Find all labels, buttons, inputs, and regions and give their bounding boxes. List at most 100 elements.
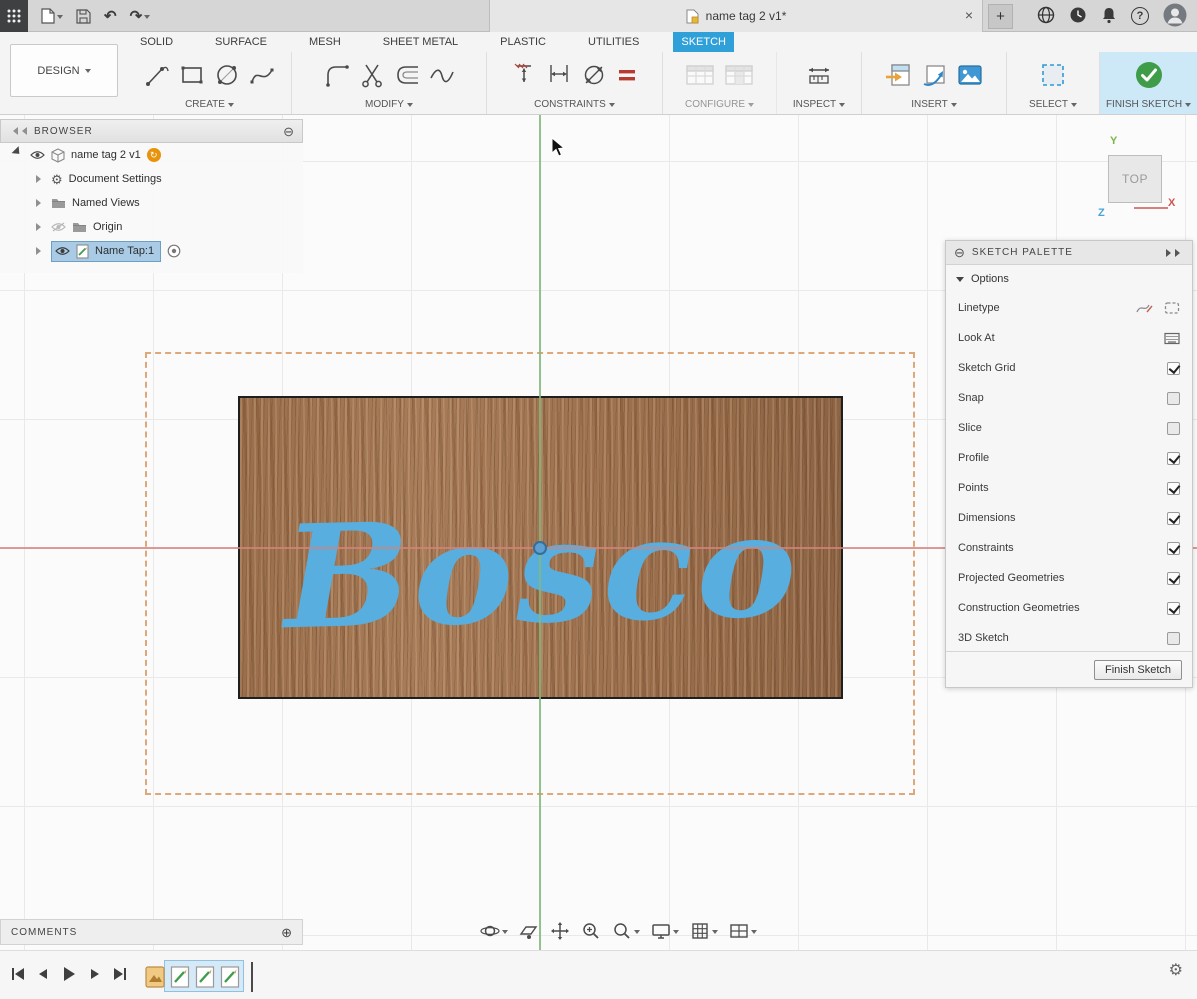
construction-linetype-icon[interactable] (1136, 301, 1154, 315)
display-dropdown-caret[interactable] (673, 930, 679, 937)
linear-dimension-button[interactable] (546, 62, 572, 88)
fillet-tool-button[interactable] (324, 62, 350, 88)
projected-geometries-checkbox[interactable] (1167, 572, 1180, 585)
play-button[interactable] (60, 965, 78, 983)
rectangle-tool-button[interactable] (179, 62, 205, 88)
grid-dropdown-caret[interactable] (712, 930, 718, 937)
design-environment-menu[interactable]: DESIGN (10, 44, 118, 97)
palette-options-section[interactable]: Options (946, 265, 1192, 293)
browser-item-origin[interactable]: Origin (0, 215, 303, 239)
new-document-tab-button[interactable]: + (988, 4, 1013, 29)
measure-button[interactable] (805, 62, 833, 88)
timeline-settings-gear-icon[interactable]: ⚙ (1169, 963, 1183, 979)
select-tool-button[interactable] (1039, 61, 1067, 89)
spline-tool-button[interactable] (249, 62, 275, 88)
configuration-table-button[interactable] (685, 62, 715, 88)
viewports-dropdown-caret[interactable] (751, 930, 757, 937)
comments-bar[interactable]: COMMENTS ⊕ (0, 919, 303, 945)
timeline-sketch-feature[interactable] (220, 965, 240, 989)
insert-image-button[interactable] (956, 62, 984, 88)
ribbon-tab-sketch[interactable]: SKETCH (673, 32, 734, 52)
insert-canvas-button[interactable] (884, 62, 912, 88)
ribbon-tab-utilities[interactable]: UTILITIES (580, 32, 647, 52)
curve-tool-button[interactable] (429, 62, 455, 88)
sketch-grid-checkbox[interactable] (1167, 362, 1180, 375)
step-back-button[interactable] (36, 967, 50, 981)
ribbon-tab-solid[interactable]: SOLID (132, 32, 181, 52)
circle-tool-button[interactable] (214, 62, 240, 88)
activate-target-icon[interactable] (167, 244, 181, 258)
look-at-button[interactable] (517, 919, 541, 943)
view-cube[interactable]: Y TOP X Z (1088, 133, 1193, 225)
expand-icon[interactable] (36, 199, 45, 207)
3d-sketch-checkbox[interactable] (1167, 632, 1180, 645)
collapse-palette-button[interactable] (1166, 249, 1184, 257)
ribbon-tab-surface[interactable]: SURFACE (207, 32, 275, 52)
finish-sketch-menu[interactable]: FINISH SKETCH (1106, 96, 1191, 112)
fit-button[interactable] (610, 919, 642, 943)
sketch-dimension-button[interactable] (511, 62, 537, 88)
centerline-linetype-icon[interactable] (1164, 301, 1180, 315)
notifications-button[interactable] (1101, 6, 1117, 27)
snap-checkbox[interactable] (1167, 392, 1180, 405)
decal-button[interactable] (921, 62, 947, 88)
browser-item-name-tap-sketch[interactable]: Name Tap:1 (0, 239, 303, 263)
trim-tool-button[interactable] (359, 62, 385, 88)
minimize-browser-icon[interactable]: ⊖ (283, 125, 294, 138)
file-menu-button[interactable] (41, 8, 63, 24)
sketch-row-selection[interactable]: Name Tap:1 (51, 241, 161, 262)
update-badge[interactable]: ↻ (147, 148, 161, 162)
expand-icon[interactable] (36, 223, 45, 231)
diameter-dimension-button[interactable] (581, 62, 607, 88)
document-tab[interactable]: name tag 2 v1* × (489, 0, 983, 32)
pan-button[interactable] (548, 919, 572, 943)
timeline-position-marker[interactable] (251, 962, 253, 992)
profile-checkbox[interactable] (1167, 452, 1180, 465)
timeline-canvas-feature[interactable] (145, 965, 165, 989)
redo-caret[interactable] (144, 15, 150, 22)
extensions-button[interactable] (1037, 6, 1055, 27)
save-button[interactable] (76, 9, 91, 24)
root-component-label[interactable]: name tag 2 v1 (71, 149, 141, 161)
look-at-plane-icon[interactable] (1164, 332, 1180, 345)
configure-group-menu[interactable]: CONFIGURE (685, 96, 754, 112)
account-avatar[interactable] (1163, 3, 1187, 30)
undo-button[interactable]: ↶ (104, 9, 117, 24)
redo-button[interactable]: ↷ (130, 9, 151, 24)
viewcube-top-face[interactable]: TOP (1108, 155, 1162, 203)
close-document-icon[interactable]: × (965, 8, 973, 22)
visibility-eye-icon[interactable] (30, 150, 45, 160)
construction-geometries-checkbox[interactable] (1167, 602, 1180, 615)
minimize-palette-icon[interactable]: ⊖ (954, 246, 965, 259)
collapse-browser-button[interactable] (9, 127, 27, 135)
modify-group-menu[interactable]: MODIFY (365, 96, 413, 112)
browser-item-document-settings[interactable]: ⚙ Document Settings (0, 167, 303, 191)
skip-to-start-button[interactable] (10, 966, 26, 982)
grid-snaps-button[interactable] (688, 919, 720, 943)
slice-checkbox[interactable] (1167, 422, 1180, 435)
expand-root-icon[interactable] (12, 146, 27, 161)
select-group-menu[interactable]: SELECT (1029, 96, 1077, 112)
ribbon-tab-mesh[interactable]: MESH (301, 32, 349, 52)
ribbon-tab-plastic[interactable]: PLASTIC (492, 32, 554, 52)
browser-root-row[interactable]: name tag 2 v1 ↻ (0, 143, 303, 167)
offset-tool-button[interactable] (394, 62, 420, 88)
line-tool-button[interactable] (144, 62, 170, 88)
timeline-sketch-feature[interactable] (170, 965, 190, 989)
finish-sketch-palette-button[interactable]: Finish Sketch (1094, 660, 1182, 680)
finish-sketch-button[interactable] (1134, 60, 1164, 90)
inspect-group-menu[interactable]: INSPECT (793, 96, 845, 112)
constraints-group-menu[interactable]: CONSTRAINTS (534, 96, 615, 112)
file-menu-caret[interactable] (57, 15, 63, 22)
expand-icon[interactable] (36, 247, 45, 255)
sketch-palette-header[interactable]: ⊖ SKETCH PALETTE (946, 241, 1192, 265)
constraints-checkbox[interactable] (1167, 542, 1180, 555)
ribbon-tab-sheet-metal[interactable]: SHEET METAL (375, 32, 466, 52)
timeline-sketch-feature[interactable] (195, 965, 215, 989)
insert-group-menu[interactable]: INSERT (911, 96, 957, 112)
display-settings-button[interactable] (649, 919, 681, 943)
fit-dropdown-caret[interactable] (634, 930, 640, 937)
help-button[interactable]: ? (1131, 7, 1149, 25)
origin-point[interactable] (533, 541, 547, 555)
configuration-column-button[interactable] (724, 62, 754, 88)
